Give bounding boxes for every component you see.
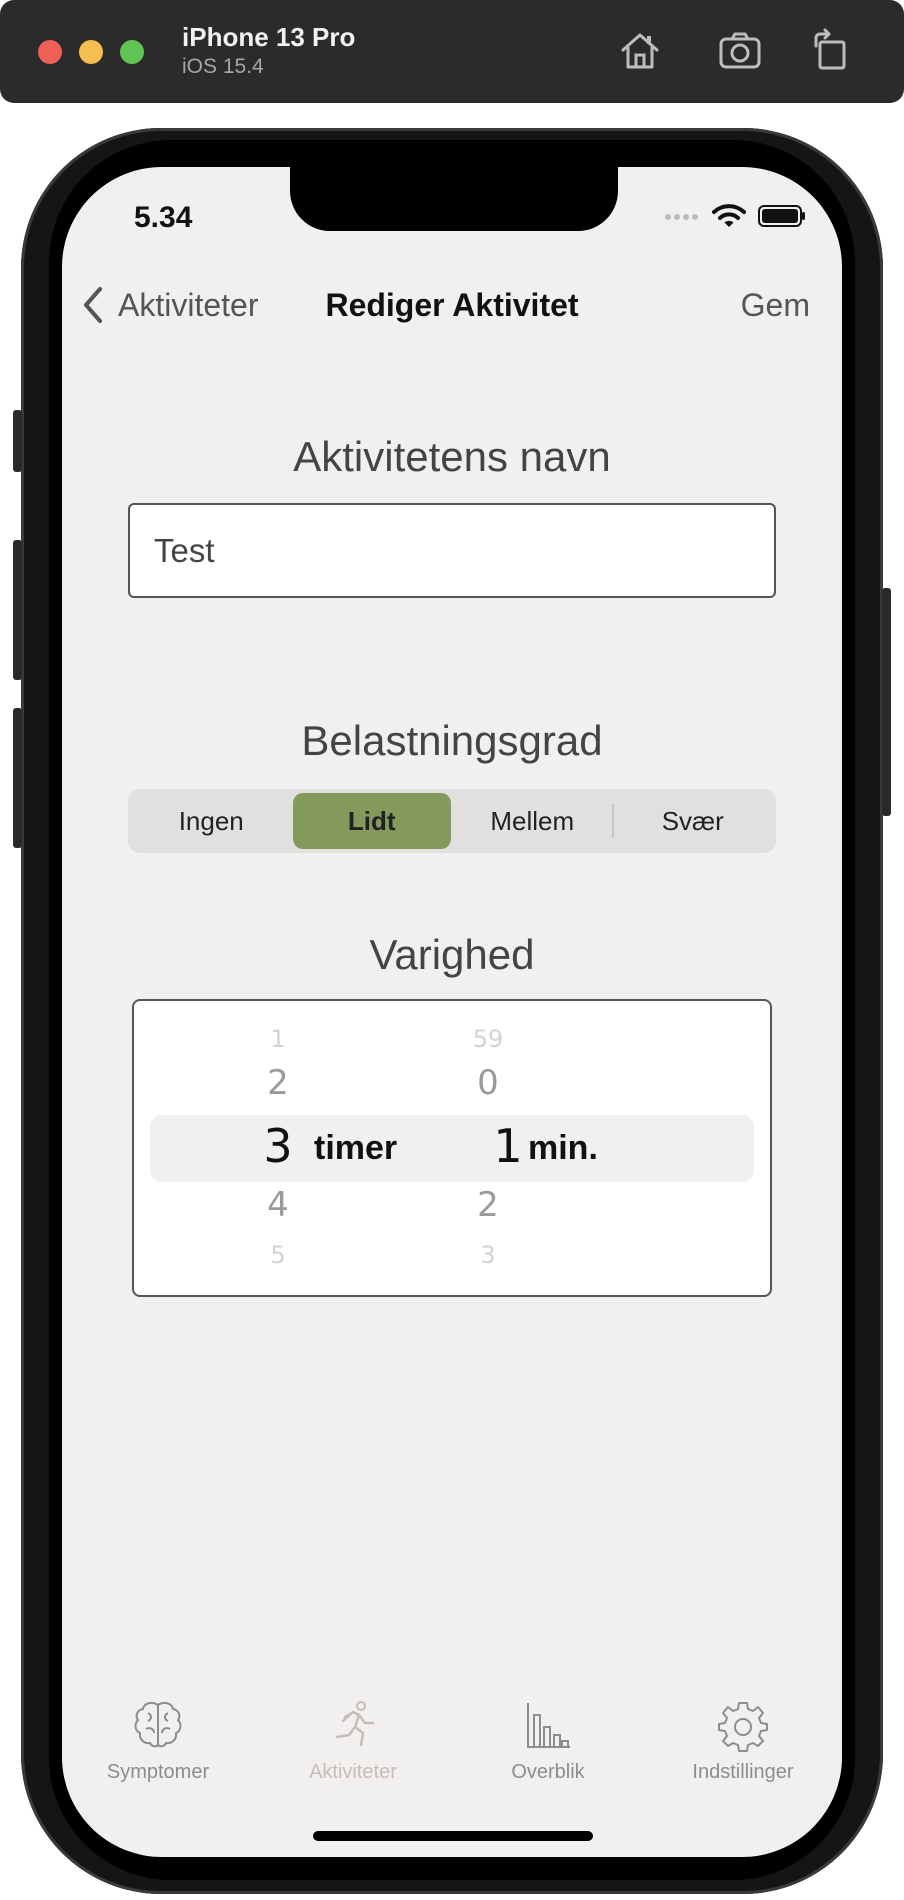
notch <box>290 167 618 231</box>
load-level-title: Belastningsgrad <box>301 717 603 764</box>
hours-unit-label: timer <box>314 1129 398 1167</box>
window-close-button[interactable] <box>38 40 62 64</box>
minutes-wheel-value[interactable]: 3 <box>448 1241 528 1269</box>
hours-wheel-selected[interactable]: 3 <box>238 1119 318 1173</box>
camera-icon <box>719 32 761 69</box>
segment-lidt[interactable]: Lidt <box>292 793 451 849</box>
rotate-icon <box>814 28 846 70</box>
device-name: iPhone 13 Pro <box>182 22 356 52</box>
tab-symptomer[interactable]: Symptomer <box>73 1697 243 1784</box>
home-button[interactable] <box>617 28 663 74</box>
segment-ingen[interactable]: Ingen <box>132 793 291 849</box>
rotate-button[interactable] <box>808 28 854 74</box>
tab-indstillinger[interactable]: Indstillinger <box>658 1697 828 1784</box>
mute-switch <box>13 410 22 472</box>
home-icon <box>621 33 659 69</box>
power-button <box>882 588 891 816</box>
home-indicator <box>313 1831 593 1841</box>
tab-overblik[interactable]: Overblik <box>463 1697 633 1784</box>
minutes-wheel-value[interactable]: 0 <box>448 1063 528 1103</box>
brain-icon <box>134 1701 182 1748</box>
volume-down-button <box>13 708 22 848</box>
wifi-icon <box>712 204 746 227</box>
hours-wheel-value[interactable]: 2 <box>238 1063 318 1103</box>
window-minimize-button[interactable] <box>79 40 103 64</box>
save-button[interactable]: Gem <box>741 287 810 324</box>
segment-mellem[interactable]: Mellem <box>453 793 612 849</box>
gear-icon <box>718 1702 768 1752</box>
status-icons <box>664 203 806 229</box>
minutes-wheel-value[interactable]: 2 <box>448 1185 528 1225</box>
bar-chart-icon <box>527 1703 570 1748</box>
tab-label: Indstillinger <box>692 1761 794 1783</box>
tab-label: Symptomer <box>106 1761 210 1783</box>
battery-icon <box>758 205 805 227</box>
minutes-unit-label: min. <box>528 1129 598 1167</box>
segment-svaer[interactable]: Svær <box>614 793 773 849</box>
hours-wheel-value[interactable]: 5 <box>238 1241 318 1269</box>
screenshot-button[interactable] <box>717 28 763 74</box>
tab-label: Overblik <box>511 1761 585 1783</box>
status-time: 5.34 <box>134 201 193 234</box>
hours-wheel-value[interactable]: 4 <box>238 1185 318 1225</box>
os-version: iOS 15.4 <box>182 55 264 78</box>
page-title: Rediger Aktivitet <box>325 287 579 323</box>
minutes-wheel-value[interactable]: 59 <box>448 1025 528 1053</box>
simulator-title-bar: iPhone 13 Pro iOS 15.4 <box>0 0 904 103</box>
duration-title: Varighed <box>369 931 535 978</box>
duration-picker[interactable]: 1 2 3 4 5 timer 59 0 1 2 3 min. <box>132 999 772 1297</box>
app-screen: 5.34 Aktiviteter Rediger Aktivitet Gem A… <box>62 167 842 1857</box>
signal-icon <box>665 214 698 220</box>
activity-name-title: Aktivitetens navn <box>293 433 611 480</box>
load-level-segmented-control: Ingen Lidt Mellem Svær <box>128 789 776 853</box>
tab-label: Aktiviteter <box>309 1761 397 1783</box>
running-person-icon <box>335 1701 375 1747</box>
activity-name-input[interactable] <box>128 503 776 598</box>
tab-aktiviteter[interactable]: Aktiviteter <box>268 1697 438 1784</box>
hours-wheel-value[interactable]: 1 <box>238 1025 318 1053</box>
volume-up-button <box>13 540 22 680</box>
window-zoom-button[interactable] <box>120 40 144 64</box>
